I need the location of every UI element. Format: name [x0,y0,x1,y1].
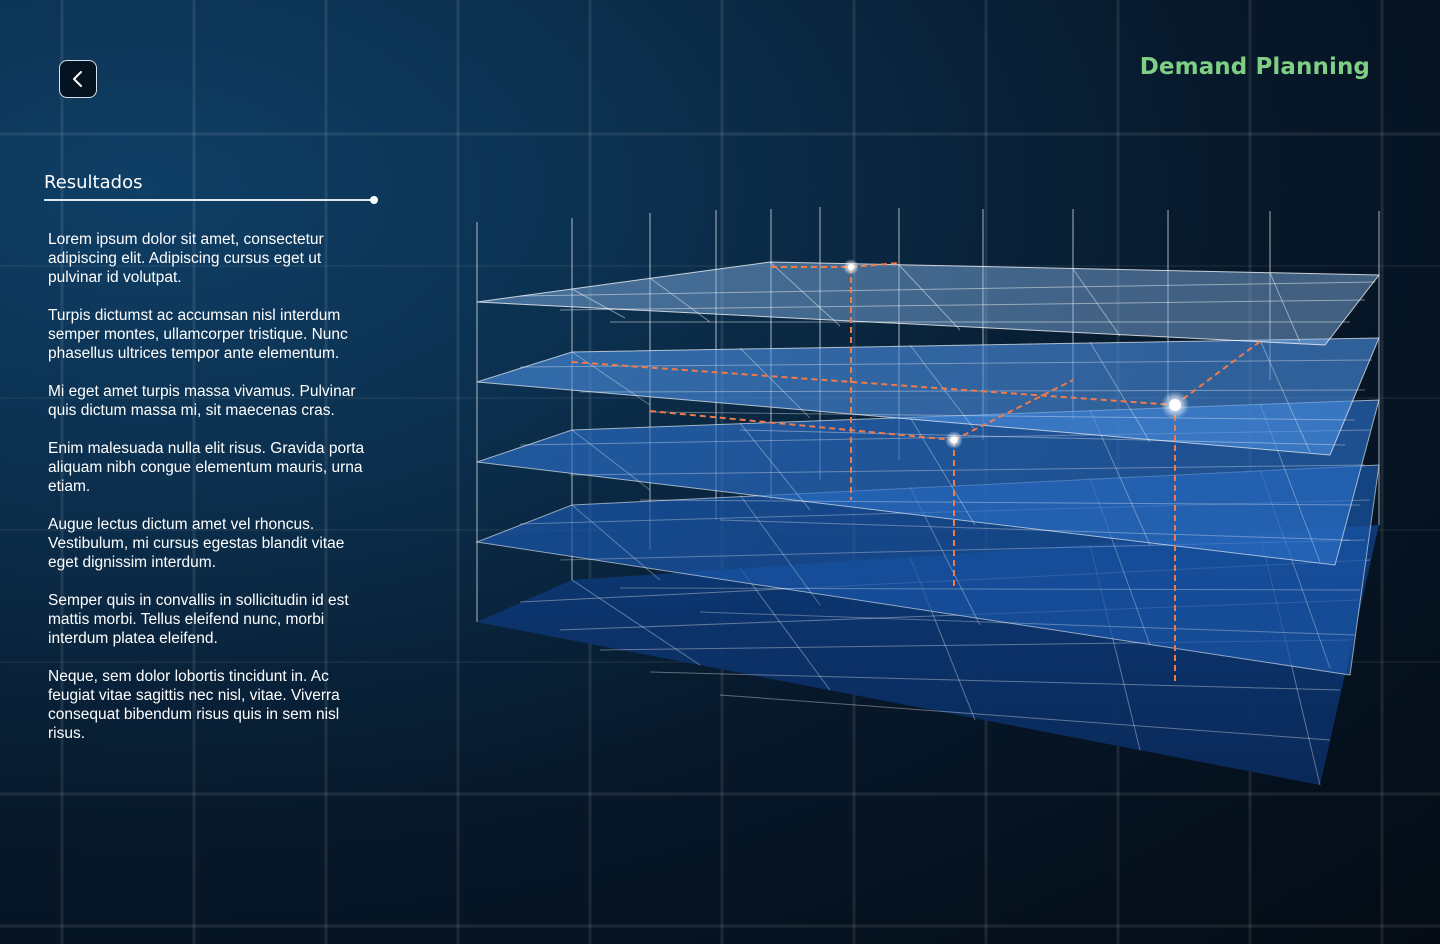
results-paragraph: Semper quis in convallis in sollicitudin… [48,592,349,647]
divider-dot [370,196,378,204]
results-paragraph: Turpis dictumst ac accumsan nisl interdu… [48,307,348,362]
results-paragraph: Mi eget amet turpis massa vivamus. Pulvi… [48,383,356,419]
results-panel: Resultados Lorem ipsum dolor sit amet, c… [44,172,380,762]
results-paragraph: Enim malesuada nulla elit risus. Gravida… [48,440,365,495]
back-button[interactable] [59,60,97,98]
layer-1 [476,261,1381,346]
results-paragraph: Lorem ipsum dolor sit amet, consectetur … [48,231,324,286]
results-paragraph: Neque, sem dolor lobortis tincidunt in. … [48,668,340,742]
results-paragraph: Augue lectus dictum amet vel rhoncus. Ve… [48,516,345,571]
results-heading: Resultados [44,172,143,193]
results-text: Lorem ipsum dolor sit amet, consectetur … [44,230,380,743]
page-title: Demand Planning [1139,54,1370,80]
chevron-left-icon [73,71,82,87]
heading-divider [44,196,378,204]
